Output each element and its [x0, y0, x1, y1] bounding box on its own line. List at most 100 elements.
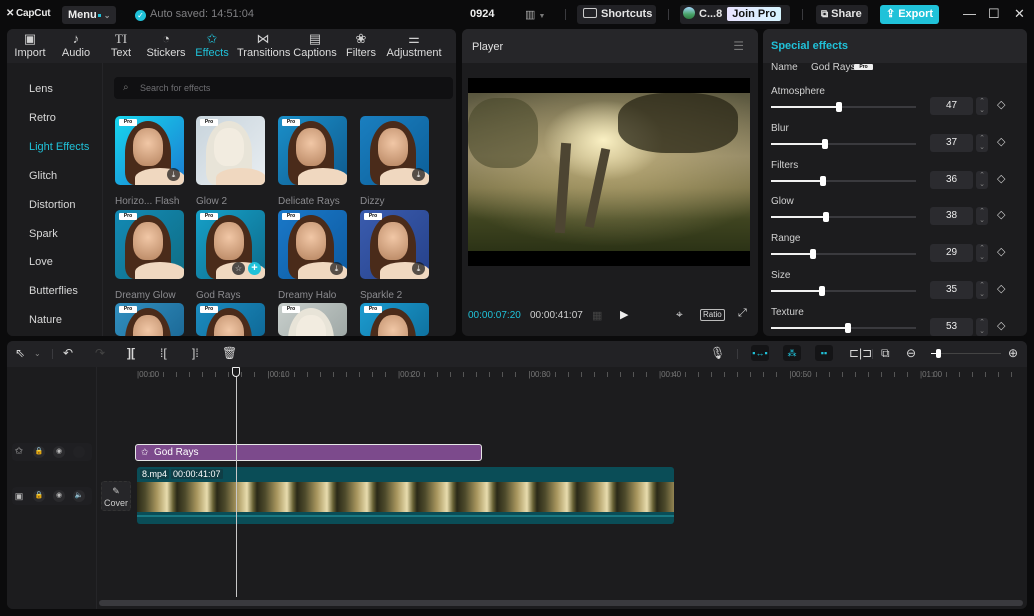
- texture-slider[interactable]: [771, 322, 916, 333]
- keyframe-icon[interactable]: ◇: [997, 98, 1009, 111]
- select-cursor-icon[interactable]: ⇖: [15, 346, 25, 360]
- category-light-effects[interactable]: Light Effects: [29, 141, 89, 153]
- download-icon[interactable]: ⤓: [330, 262, 343, 275]
- category-retro[interactable]: Retro: [29, 112, 56, 124]
- tab-text[interactable]: TI Text: [106, 29, 136, 63]
- tab-filters[interactable]: ❀ Filters: [345, 29, 377, 63]
- slider-handle[interactable]: [818, 286, 825, 296]
- fullscreen-icon[interactable]: ⤢: [738, 307, 747, 320]
- undo-icon[interactable]: ↶: [63, 346, 73, 360]
- menu-button[interactable]: Menu ⌄: [62, 6, 116, 24]
- account-button[interactable]: C...8 Join Pro: [680, 5, 790, 24]
- ratio-button[interactable]: Ratio: [700, 309, 725, 321]
- effect-thumbnail[interactable]: ⤓: [360, 116, 429, 185]
- effect-thumbnail[interactable]: Pro: [115, 210, 184, 279]
- lock-icon[interactable]: 🔒: [33, 490, 45, 502]
- category-glitch[interactable]: Glitch: [29, 170, 57, 182]
- microphone-icon[interactable]: 🎙: [710, 346, 725, 360]
- main-track-magnet-icon[interactable]: ▪↔▪: [751, 345, 769, 361]
- effect-thumbnail[interactable]: Pro: [196, 116, 265, 185]
- minimize-button[interactable]: —: [963, 6, 976, 21]
- download-icon[interactable]: ⤓: [167, 168, 180, 181]
- mute-icon[interactable]: 🔈: [73, 490, 85, 502]
- blur-value-input[interactable]: 37: [930, 133, 973, 152]
- horizontal-scrollbar[interactable]: [99, 600, 1023, 606]
- keyframe-icon[interactable]: ◇: [997, 135, 1009, 148]
- close-button[interactable]: ✕: [1014, 6, 1025, 22]
- join-pro-button[interactable]: Join Pro: [727, 7, 782, 21]
- tab-transitions[interactable]: ⋈ Transitions: [237, 29, 290, 63]
- fit-timeline-icon[interactable]: ⧉: [881, 346, 890, 361]
- stepper-icon[interactable]: ⌃ ⌄: [976, 207, 988, 226]
- hamburger-menu-icon[interactable]: ☰: [733, 39, 744, 53]
- size-value-input[interactable]: 35: [930, 281, 973, 299]
- texture-value-input[interactable]: 53: [930, 317, 973, 336]
- stepper-icon[interactable]: ⌃ ⌄: [976, 133, 988, 152]
- tab-audio[interactable]: ♪ Audio: [57, 29, 95, 63]
- layout-button[interactable]: ▥ ▼: [525, 8, 545, 21]
- slider-handle[interactable]: [820, 175, 827, 186]
- tab-stickers[interactable]: ◔ Stickers: [145, 29, 187, 63]
- atmosphere-slider[interactable]: [771, 102, 916, 112]
- zoom-in-icon[interactable]: ⊕: [1008, 346, 1018, 360]
- lock-icon[interactable]: 🔒: [33, 446, 45, 458]
- slider-handle[interactable]: [810, 249, 817, 260]
- play-button[interactable]: ▶: [620, 308, 628, 321]
- category-nature[interactable]: Nature: [29, 314, 62, 326]
- preview-axis-icon[interactable]: ⊏|⊐: [849, 346, 872, 360]
- favorite-icon[interactable]: ☆: [232, 262, 245, 275]
- effect-thumbnail[interactable]: Pro ⤓: [278, 210, 347, 279]
- grid-view-icon[interactable]: ▦: [592, 309, 602, 322]
- maximize-button[interactable]: ☐: [988, 6, 1000, 22]
- search-input[interactable]: ⌕ Search for effects: [114, 77, 453, 99]
- blur-slider[interactable]: [771, 138, 916, 149]
- video-preview[interactable]: [468, 78, 750, 266]
- cover-button[interactable]: ✎ Cover: [101, 481, 131, 511]
- keyframe-icon[interactable]: ◇: [997, 282, 1009, 295]
- effect-thumbnail[interactable]: Pro: [278, 303, 347, 336]
- filters-value-input[interactable]: 36: [930, 170, 973, 189]
- delete-icon[interactable]: 🗑: [222, 346, 237, 360]
- linkage-icon[interactable]: ▪▪: [815, 345, 833, 361]
- export-button[interactable]: ⇪ Export: [880, 5, 939, 24]
- glow-slider[interactable]: [771, 212, 916, 223]
- add-to-track-icon[interactable]: +: [248, 262, 261, 275]
- effect-thumbnail[interactable]: Pro: [360, 303, 429, 336]
- effect-thumbnail[interactable]: Pro: [196, 303, 265, 336]
- chevron-down-icon[interactable]: ⌄: [34, 349, 41, 358]
- category-lens[interactable]: Lens: [29, 83, 53, 95]
- download-icon[interactable]: ⤓: [412, 262, 425, 275]
- range-slider[interactable]: [771, 249, 916, 260]
- tab-import[interactable]: ▣ Import: [11, 29, 49, 63]
- category-love[interactable]: Love: [29, 256, 53, 268]
- category-butterflies[interactable]: Butterflies: [29, 285, 78, 297]
- eye-icon[interactable]: ◉: [53, 490, 65, 502]
- focus-icon[interactable]: ⌖: [676, 307, 683, 322]
- split-right-icon[interactable]: ]⁞: [192, 346, 199, 360]
- effect-thumbnail[interactable]: Pro ☆ +: [196, 210, 265, 279]
- keyframe-icon[interactable]: ◇: [997, 208, 1009, 221]
- zoom-slider[interactable]: [931, 349, 1001, 358]
- stepper-icon[interactable]: ⌃ ⌄: [976, 317, 988, 336]
- split-left-icon[interactable]: ⁞[: [160, 346, 167, 360]
- stepper-icon[interactable]: ⌃ ⌄: [976, 281, 988, 299]
- effect-thumbnail[interactable]: Pro ⤓: [360, 210, 429, 279]
- effect-thumbnail[interactable]: Pro: [278, 116, 347, 185]
- split-icon[interactable]: ][: [127, 346, 135, 360]
- tab-effects[interactable]: ✩ Effects: [194, 29, 230, 63]
- category-spark[interactable]: Spark: [29, 228, 58, 240]
- atmosphere-value-input[interactable]: 47: [930, 97, 973, 115]
- keyframe-icon[interactable]: ◇: [997, 319, 1009, 332]
- zoom-slider-handle[interactable]: [936, 349, 941, 358]
- effect-thumbnail[interactable]: Pro: [115, 303, 184, 336]
- glow-value-input[interactable]: 38: [930, 207, 973, 226]
- tab-captions[interactable]: ▤ Captions: [293, 29, 337, 63]
- playhead-handle[interactable]: [232, 367, 240, 377]
- download-icon[interactable]: ⤓: [412, 168, 425, 181]
- slider-handle[interactable]: [844, 322, 851, 333]
- effect-clip-god-rays[interactable]: ✩ God Rays: [135, 444, 482, 461]
- keyframe-icon[interactable]: ◇: [997, 245, 1009, 258]
- category-distortion[interactable]: Distortion: [29, 199, 75, 211]
- filters-slider[interactable]: [771, 175, 916, 186]
- slider-handle[interactable]: [823, 212, 830, 223]
